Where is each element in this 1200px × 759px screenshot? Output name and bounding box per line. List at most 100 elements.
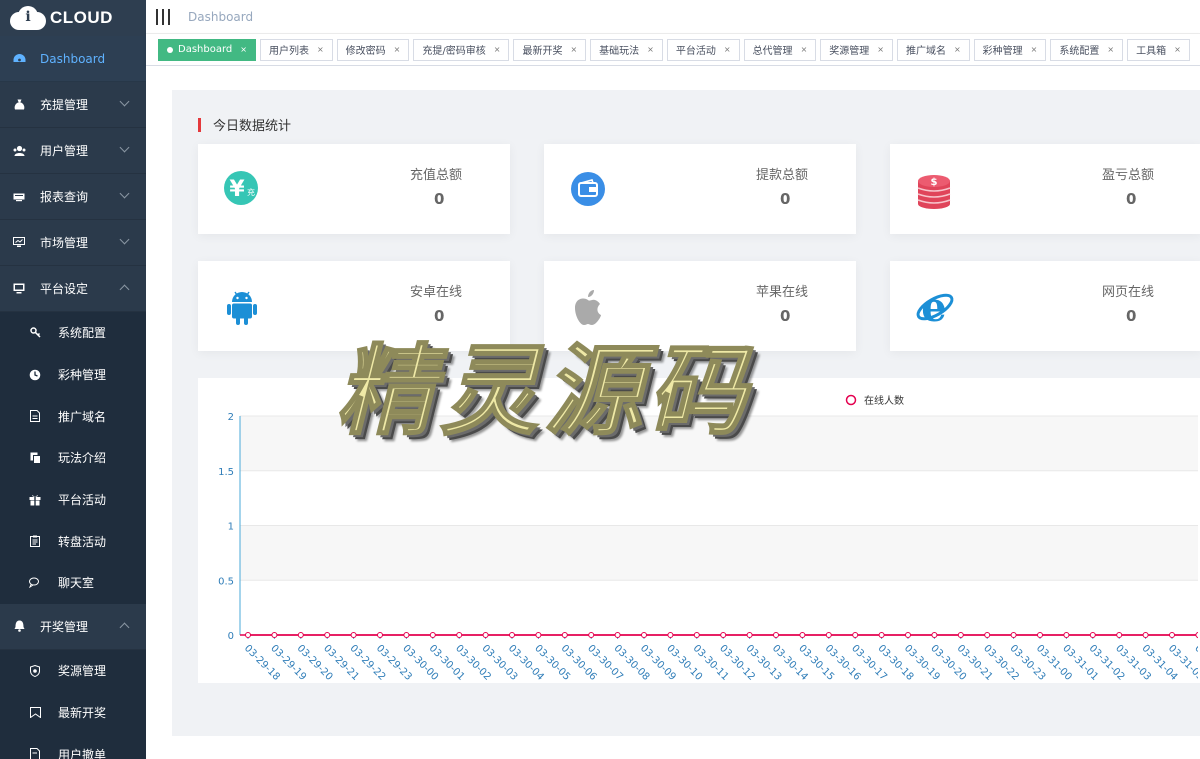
yuan-recharge-icon: ¥ 充 xyxy=(224,171,260,207)
apple-icon xyxy=(570,288,606,325)
close-icon[interactable]: × xyxy=(394,45,401,54)
data-point xyxy=(377,632,383,638)
close-icon[interactable]: × xyxy=(317,45,324,54)
sidebar-item-chatroom[interactable]: 聊天室 xyxy=(0,562,146,604)
sidebar: i CLOUD Dashboard 充提管理 用户管理 报表查询 市场管理 平台… xyxy=(0,0,146,759)
tab-label: Dashboard xyxy=(178,44,233,55)
stat-label: 网页在线 xyxy=(1102,285,1155,300)
data-point xyxy=(297,632,304,638)
close-icon[interactable]: × xyxy=(954,45,961,54)
grid-band xyxy=(240,525,1198,581)
sidebar-item-platform-settings[interactable]: 平台设定 xyxy=(0,266,146,312)
data-point xyxy=(350,632,357,638)
y-tick-label: 2 xyxy=(228,412,234,423)
sidebar-item-users[interactable]: 用户管理 xyxy=(0,128,146,174)
tab-10[interactable]: 彩种管理 × xyxy=(973,38,1047,61)
tab-7[interactable]: 总代管理 × xyxy=(743,38,817,61)
shield-icon xyxy=(28,664,42,678)
copy-icon xyxy=(28,451,42,465)
legend-label: 在线人数 xyxy=(864,394,904,407)
tab-11[interactable]: 系统配置 × xyxy=(1050,38,1124,61)
section-title: 今日数据统计 xyxy=(198,115,291,134)
tab-label: 彩种管理 xyxy=(982,46,1023,57)
sidebar-item-system-config[interactable]: 系统配置 xyxy=(0,312,146,354)
close-icon[interactable]: × xyxy=(1107,45,1114,54)
close-icon[interactable]: × xyxy=(647,45,654,54)
close-icon[interactable]: × xyxy=(877,45,884,54)
stat-card-profit[interactable]: $ 盈亏总额 0 xyxy=(890,144,1200,234)
tab-5[interactable]: 基础玩法 × xyxy=(590,38,663,61)
chevron-down-icon xyxy=(119,142,130,153)
tab-6[interactable]: 平台活动 × xyxy=(666,38,740,61)
y-tick-label: 1 xyxy=(228,522,234,533)
stat-card-android-online[interactable]: 安卓在线 0 xyxy=(198,261,510,351)
data-point xyxy=(641,632,647,638)
tab-9[interactable]: 推广域名 × xyxy=(896,38,970,61)
data-point xyxy=(773,632,779,638)
sidebar-item-platform-activity[interactable]: 平台活动 xyxy=(0,479,146,521)
svg-text:充: 充 xyxy=(247,187,255,197)
stat-value: 0 xyxy=(780,307,791,325)
sidebar-item-user-cancel[interactable]: 用户撤单 xyxy=(0,733,146,759)
stat-label: 充值总额 xyxy=(410,168,463,183)
data-point xyxy=(693,632,700,638)
tab-1[interactable]: 用户列表 × xyxy=(259,38,333,61)
sidebar-item-latest-draw[interactable]: 最新开奖 xyxy=(0,692,146,734)
stat-card-recharge[interactable]: ¥ 充 充值总额 0 xyxy=(198,144,510,234)
close-icon[interactable]: × xyxy=(570,45,577,54)
ie-browser-icon: e xyxy=(914,284,954,331)
tab-2[interactable]: 修改密码 × xyxy=(336,38,410,61)
data-point xyxy=(746,632,753,638)
tab-0[interactable]: Dashboard × xyxy=(158,38,256,61)
tab-label: 用户列表 xyxy=(268,46,309,57)
close-icon[interactable]: × xyxy=(724,45,731,54)
brand-logo[interactable]: i CLOUD xyxy=(0,0,146,36)
tab-12[interactable]: 工具箱 × xyxy=(1127,38,1190,61)
sidebar-item-dashboard[interactable]: Dashboard xyxy=(0,36,146,82)
tab-4[interactable]: 最新开奖 × xyxy=(513,38,587,61)
sidebar-item-wheel-activity[interactable]: 转盘活动 xyxy=(0,520,146,562)
data-point xyxy=(1063,632,1070,638)
data-point xyxy=(1169,632,1175,638)
tab-8[interactable]: 奖源管理 × xyxy=(820,38,893,61)
online-users-line-chart: 00.511.52在线人数03-29-1803-29-1903-29-2003-… xyxy=(218,394,1200,683)
stat-card-apple-online[interactable]: 苹果在线 0 xyxy=(544,261,856,351)
y-tick-label: 0 xyxy=(228,631,234,642)
android-icon xyxy=(224,288,260,325)
tab-label: 推广域名 xyxy=(905,46,946,57)
lottery-draw-submenu: 奖源管理 最新开奖 用户撤单 xyxy=(0,649,146,759)
sidebar-item-play-intro[interactable]: 玩法介绍 xyxy=(0,437,146,479)
sidebar-item-prize-source[interactable]: 奖源管理 xyxy=(0,650,146,692)
data-point xyxy=(245,632,251,638)
data-point xyxy=(509,632,515,638)
tab-label: 工具箱 xyxy=(1136,46,1167,57)
close-icon[interactable]: × xyxy=(801,45,808,54)
stat-card-withdraw[interactable]: 提款总额 0 xyxy=(544,144,856,234)
close-icon[interactable]: × xyxy=(240,45,247,54)
data-point xyxy=(931,632,938,638)
top-navbar: Dashboard xyxy=(146,0,1200,34)
close-icon[interactable]: × xyxy=(1174,45,1181,54)
data-point xyxy=(456,632,463,638)
sidebar-item-reports[interactable]: 报表查询 xyxy=(0,174,146,220)
close-icon[interactable]: × xyxy=(494,45,501,54)
data-point xyxy=(957,632,964,638)
stat-value: 0 xyxy=(434,190,445,208)
sidebar-item-recharge[interactable]: 充提管理 xyxy=(0,82,146,128)
grid-band xyxy=(240,416,1198,471)
sidebar-item-promo-domains[interactable]: 推广域名 xyxy=(0,395,146,437)
data-point xyxy=(614,632,621,638)
tab-3[interactable]: 充提/密码审核 × xyxy=(413,38,510,61)
sidebar-item-lottery-draw[interactable]: 开奖管理 xyxy=(0,603,146,650)
data-point xyxy=(1037,632,1043,638)
stat-label: 苹果在线 xyxy=(756,285,809,300)
breadcrumb[interactable]: Dashboard xyxy=(188,10,253,24)
data-point xyxy=(271,632,278,638)
stat-value: 0 xyxy=(780,190,791,208)
close-icon[interactable]: × xyxy=(1031,45,1038,54)
hamburger-menu-icon[interactable] xyxy=(156,8,170,25)
money-bag-icon xyxy=(12,98,26,112)
sidebar-item-market[interactable]: 市场管理 xyxy=(0,220,146,266)
sidebar-item-lottery-types[interactable]: 彩种管理 xyxy=(0,354,146,396)
stat-card-web-online[interactable]: e 网页在线 0 xyxy=(890,261,1200,351)
